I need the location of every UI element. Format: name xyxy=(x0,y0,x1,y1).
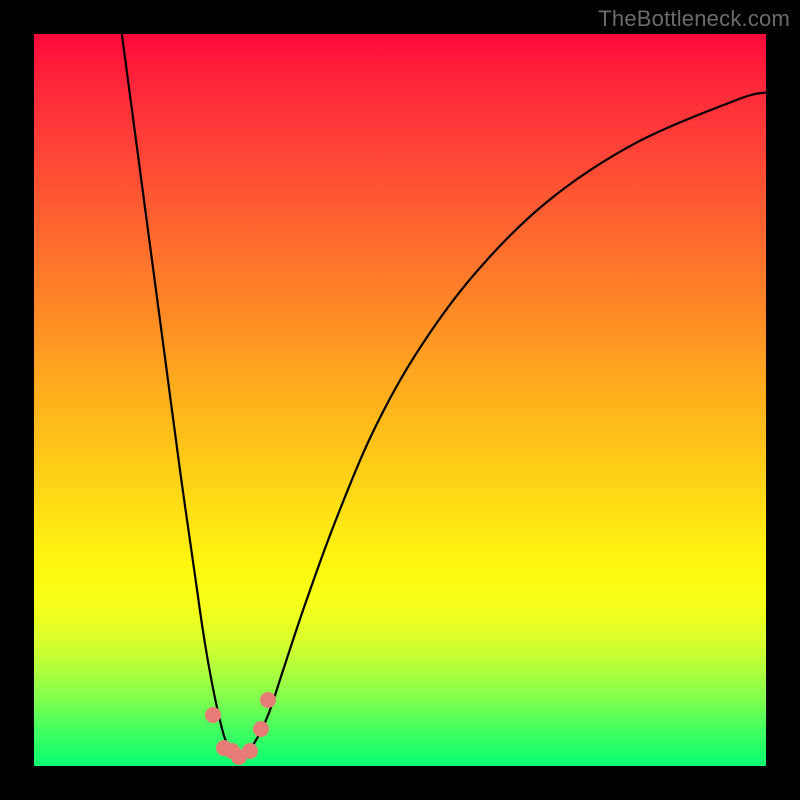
chart-frame: TheBottleneck.com xyxy=(0,0,800,800)
bottleneck-curve xyxy=(0,0,800,800)
curve-right-arm xyxy=(239,93,766,759)
marker-dot xyxy=(205,707,221,723)
curve-left-arm xyxy=(122,34,239,759)
